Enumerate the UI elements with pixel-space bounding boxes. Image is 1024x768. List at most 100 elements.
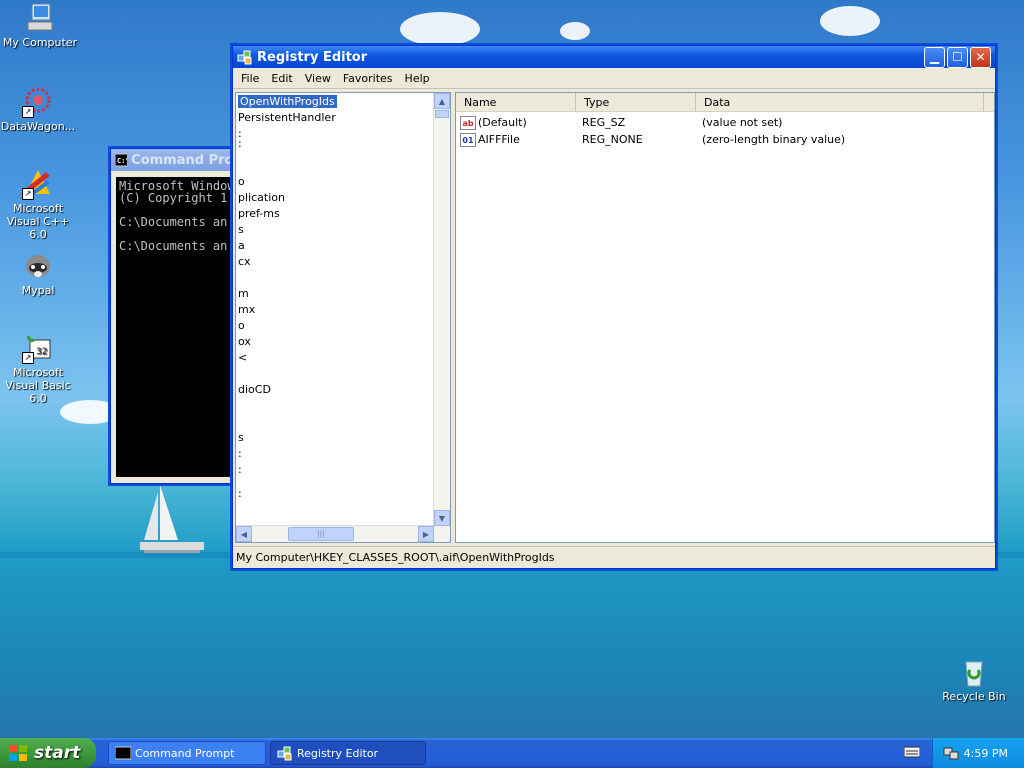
desktop-icon-my-computer[interactable]: My Computer	[0, 2, 80, 49]
menu-bar: File Edit View Favorites Help	[233, 68, 995, 89]
tree-item[interactable]: :	[238, 487, 242, 500]
menu-view[interactable]: View	[299, 72, 337, 85]
desktop-icon-recycle-bin[interactable]: Recycle Bin	[934, 656, 1014, 703]
desktop-icon-visual-cpp[interactable]: ↗ Microsoft Visual C++ 6.0	[0, 168, 78, 241]
recycle-bin-icon	[958, 656, 990, 688]
tree-horizontal-scrollbar[interactable]: ◀ ||| ▶	[236, 525, 434, 542]
close-button[interactable]: ✕	[970, 46, 991, 68]
command-prompt-titlebar[interactable]: C:\ Command Prompt	[111, 149, 235, 171]
desktop-icon-label: Microsoft Visual C++ 6.0	[6, 202, 70, 241]
registry-editor-titlebar[interactable]: Registry Editor ▁ ☐ ✕	[233, 46, 995, 68]
tree-item-openwithprogids[interactable]: OpenWithProgIds	[238, 95, 337, 108]
visual-cpp-icon: ↗	[22, 168, 54, 200]
column-header-name[interactable]: Name	[456, 93, 576, 111]
tree-item[interactable]: a	[238, 239, 245, 252]
value-type: REG_SZ	[582, 116, 626, 129]
value-row-default[interactable]: ab (Default) REG_SZ (value not set)	[456, 114, 994, 131]
tree-item[interactable]: dioCD	[238, 383, 271, 396]
maximize-icon: ☐	[952, 50, 963, 64]
desktop-icon-label: Mypal	[21, 284, 55, 297]
shortcut-arrow-icon: ↗	[22, 352, 34, 364]
system-tray: 4:59 PM	[932, 738, 1024, 768]
computer-icon	[24, 2, 56, 34]
keyboard-icon[interactable]	[904, 746, 920, 758]
tree-item[interactable]: m	[238, 287, 249, 300]
tree-vertical-scrollbar[interactable]: ▲ ▼	[433, 93, 450, 542]
binary-value-icon: 01	[460, 132, 476, 147]
desktop-icon-label: Recycle Bin	[942, 690, 1006, 703]
value-name-cell: ab (Default)	[456, 115, 576, 130]
desktop-icon-label: Microsoft Visual Basic 6.0	[5, 366, 71, 405]
tree-item[interactable]: mx	[238, 303, 255, 316]
clock[interactable]: 4:59 PM	[964, 747, 1008, 760]
tree-item[interactable]: ox	[238, 335, 251, 348]
svg-text:32: 32	[36, 347, 47, 357]
shortcut-arrow-icon: ↗	[22, 188, 34, 200]
tree-item[interactable]: plication	[238, 191, 285, 204]
taskbar-button-registry-editor[interactable]: Registry Editor	[270, 741, 426, 765]
maximize-button[interactable]: ☐	[947, 46, 968, 68]
scroll-left-button[interactable]: ◀	[236, 526, 252, 542]
column-header-type[interactable]: Type	[576, 93, 696, 111]
registry-values-list[interactable]: Name Type Data ab (Default) REG_SZ (valu…	[455, 92, 995, 543]
taskbar: start Command Prompt Registry Editor 4:5…	[0, 738, 1024, 768]
close-icon: ✕	[975, 50, 986, 64]
menu-edit[interactable]: Edit	[265, 72, 298, 85]
registry-editor-window[interactable]: Registry Editor ▁ ☐ ✕ File Edit View Fav…	[232, 45, 996, 569]
tree-item[interactable]: s	[238, 223, 244, 236]
cloud	[560, 22, 590, 40]
command-prompt-window[interactable]: C:\ Command Prompt Microsoft Windows (C)…	[110, 148, 236, 484]
menu-help[interactable]: Help	[399, 72, 436, 85]
svg-text:C:\: C:\	[117, 157, 127, 165]
console-output[interactable]: Microsoft Windows (C) Copyright 1 C:\Doc…	[116, 177, 234, 477]
scroll-thumb[interactable]: |||	[288, 527, 354, 541]
tree-item[interactable]: o	[238, 175, 245, 188]
cloud	[400, 12, 480, 46]
tree-item[interactable]: :	[238, 137, 242, 150]
menu-favorites[interactable]: Favorites	[337, 72, 399, 85]
scroll-up-button[interactable]: ▲	[434, 93, 450, 109]
scroll-thumb[interactable]	[435, 110, 449, 118]
raccoon-icon	[22, 250, 54, 282]
cloud	[820, 6, 880, 36]
value-data: (value not set)	[702, 116, 783, 129]
tree-item[interactable]: :	[238, 463, 242, 476]
value-name: (Default)	[478, 116, 527, 129]
tree-item[interactable]: o	[238, 319, 245, 332]
tree-item[interactable]: :	[238, 447, 242, 460]
taskbar-button-label: Command Prompt	[135, 746, 235, 760]
registry-key-tree[interactable]: OpenWithProgIds PersistentHandler : : o …	[235, 92, 451, 543]
desktop-icon-datawagon[interactable]: ↗ DataWagon...	[0, 86, 78, 133]
tree-item[interactable]: cx	[238, 255, 251, 268]
tree-item[interactable]: <	[238, 351, 247, 364]
menu-file[interactable]: File	[235, 72, 265, 85]
start-button[interactable]: start	[0, 738, 96, 768]
chevron-right-icon: ▶	[422, 529, 430, 539]
taskbar-button-command-prompt[interactable]: Command Prompt	[108, 741, 266, 765]
column-header-data[interactable]: Data	[696, 93, 984, 111]
value-name: AIFFFile	[478, 133, 520, 146]
tree-item[interactable]: s	[238, 431, 244, 444]
tree-item[interactable]: PersistentHandler	[238, 111, 336, 124]
minimize-button[interactable]: ▁	[924, 46, 945, 68]
scroll-down-button[interactable]: ▼	[434, 510, 450, 526]
desktop-icon-mypal[interactable]: Mypal	[0, 250, 78, 297]
registry-icon	[277, 746, 292, 761]
list-header: Name Type Data	[456, 93, 994, 112]
visual-basic-icon: 32 ↗	[22, 332, 54, 364]
value-name-cell: 01 AIFFFile	[456, 132, 576, 147]
network-icon[interactable]	[943, 746, 959, 760]
value-type: REG_NONE	[582, 133, 643, 146]
string-value-icon: ab	[460, 115, 476, 130]
desktop-icon-visual-basic[interactable]: 32 ↗ Microsoft Visual Basic 6.0	[0, 332, 78, 405]
minimize-icon: ▁	[929, 50, 940, 64]
desktop-icon-label: DataWagon...	[0, 120, 76, 133]
scroll-right-button[interactable]: ▶	[418, 526, 434, 542]
taskbar-button-label: Registry Editor	[297, 746, 379, 760]
console-icon: C:\	[115, 153, 128, 167]
tree-item[interactable]: pref-ms	[238, 207, 280, 220]
windows-flag-icon	[9, 745, 27, 761]
value-row-aifffile[interactable]: 01 AIFFFile REG_NONE (zero-length binary…	[456, 131, 994, 148]
desktop-icon-label: My Computer	[2, 36, 78, 49]
sailboat-image	[140, 485, 204, 553]
